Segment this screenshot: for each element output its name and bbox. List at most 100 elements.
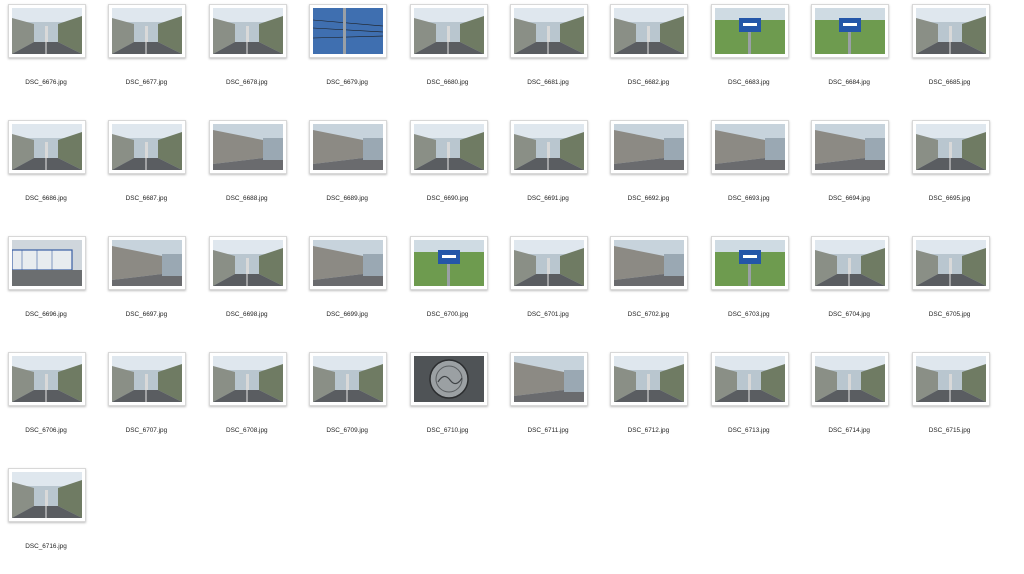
photo-street bbox=[12, 124, 82, 170]
file-thumbnail[interactable] bbox=[409, 4, 488, 58]
file-name: DSC_6700.jpg bbox=[426, 311, 469, 318]
file-item[interactable]: DSC_6679.jpg bbox=[301, 0, 401, 110]
photo-sign bbox=[714, 240, 785, 286]
file-item[interactable]: DSC_6688.jpg bbox=[201, 116, 301, 226]
file-thumbnail[interactable] bbox=[911, 352, 990, 406]
photo-street bbox=[915, 240, 986, 286]
file-thumbnail[interactable] bbox=[510, 120, 588, 174]
file-thumbnail[interactable] bbox=[811, 352, 890, 406]
file-thumbnail[interactable] bbox=[208, 4, 287, 58]
file-thumbnail[interactable] bbox=[108, 352, 187, 406]
file-item[interactable]: DSC_6713.jpg bbox=[703, 348, 803, 458]
file-item[interactable]: DSC_6692.jpg bbox=[602, 116, 702, 226]
file-item[interactable]: DSC_6703.jpg bbox=[703, 232, 803, 342]
file-item[interactable]: DSC_6686.jpg bbox=[0, 116, 100, 226]
photo-street bbox=[12, 8, 82, 54]
file-item[interactable]: DSC_6691.jpg bbox=[502, 116, 602, 226]
file-thumbnail[interactable] bbox=[108, 236, 187, 290]
file-item[interactable]: DSC_6699.jpg bbox=[301, 232, 401, 342]
file-thumbnail[interactable] bbox=[208, 236, 287, 290]
file-thumbnail[interactable] bbox=[409, 352, 488, 406]
file-item[interactable]: DSC_6704.jpg bbox=[803, 232, 903, 342]
file-thumbnail[interactable] bbox=[309, 120, 388, 174]
file-thumbnail[interactable] bbox=[610, 4, 689, 58]
file-name: DSC_6698.jpg bbox=[226, 311, 268, 318]
file-item[interactable]: DSC_6707.jpg bbox=[100, 348, 200, 458]
file-thumbnail[interactable] bbox=[610, 120, 689, 174]
file-thumbnail[interactable] bbox=[710, 352, 789, 406]
file-name: DSC_6689.jpg bbox=[326, 195, 368, 202]
file-thumbnail[interactable] bbox=[510, 4, 588, 58]
file-item[interactable]: DSC_6706.jpg bbox=[0, 348, 100, 458]
file-thumbnail[interactable] bbox=[911, 236, 990, 290]
file-thumbnail[interactable] bbox=[8, 4, 86, 58]
file-thumbnail[interactable] bbox=[610, 352, 689, 406]
file-item[interactable]: DSC_6695.jpg bbox=[904, 116, 1004, 226]
file-item[interactable]: DSC_6700.jpg bbox=[402, 232, 502, 342]
file-thumbnail[interactable] bbox=[108, 4, 187, 58]
file-thumbnail[interactable] bbox=[710, 236, 789, 290]
file-thumbnail[interactable] bbox=[710, 4, 789, 58]
file-name: DSC_6679.jpg bbox=[326, 79, 368, 86]
file-thumbnail[interactable] bbox=[8, 352, 86, 406]
file-item[interactable]: DSC_6685.jpg bbox=[904, 0, 1004, 110]
file-item[interactable]: DSC_6705.jpg bbox=[904, 232, 1004, 342]
file-thumbnail[interactable] bbox=[710, 120, 789, 174]
file-item[interactable]: DSC_6697.jpg bbox=[100, 232, 200, 342]
file-thumbnail[interactable] bbox=[208, 352, 287, 406]
file-item[interactable]: DSC_6708.jpg bbox=[201, 348, 301, 458]
file-item[interactable]: DSC_6702.jpg bbox=[602, 232, 702, 342]
file-item[interactable]: DSC_6711.jpg bbox=[502, 348, 602, 458]
file-name: DSC_6685.jpg bbox=[928, 79, 971, 86]
file-item[interactable]: DSC_6687.jpg bbox=[100, 116, 200, 226]
file-item[interactable]: DSC_6676.jpg bbox=[0, 0, 100, 110]
photo-street bbox=[212, 8, 283, 54]
file-thumbnail[interactable] bbox=[8, 236, 86, 290]
file-item[interactable]: DSC_6710.jpg bbox=[402, 348, 502, 458]
file-name: DSC_6713.jpg bbox=[728, 427, 770, 434]
file-thumbnail[interactable] bbox=[8, 120, 86, 174]
file-item[interactable]: DSC_6716.jpg bbox=[0, 464, 100, 574]
file-item[interactable]: DSC_6678.jpg bbox=[201, 0, 301, 110]
file-item[interactable]: DSC_6690.jpg bbox=[402, 116, 502, 226]
file-item[interactable]: DSC_6693.jpg bbox=[703, 116, 803, 226]
file-item[interactable]: DSC_6696.jpg bbox=[0, 232, 100, 342]
file-item[interactable]: DSC_6715.jpg bbox=[904, 348, 1004, 458]
file-name: DSC_6693.jpg bbox=[728, 195, 770, 202]
file-item[interactable]: DSC_6694.jpg bbox=[803, 116, 903, 226]
file-thumbnail[interactable] bbox=[911, 4, 990, 58]
file-item[interactable]: DSC_6682.jpg bbox=[602, 0, 702, 110]
file-item[interactable]: DSC_6701.jpg bbox=[502, 232, 602, 342]
file-item[interactable]: DSC_6677.jpg bbox=[100, 0, 200, 110]
file-thumbnail[interactable] bbox=[108, 120, 187, 174]
file-item[interactable]: DSC_6698.jpg bbox=[201, 232, 301, 342]
file-item[interactable]: DSC_6680.jpg bbox=[402, 0, 502, 110]
file-name: DSC_6699.jpg bbox=[326, 311, 368, 318]
file-item[interactable]: DSC_6714.jpg bbox=[803, 348, 903, 458]
file-thumbnail[interactable] bbox=[610, 236, 689, 290]
file-item[interactable]: DSC_6689.jpg bbox=[301, 116, 401, 226]
file-name: DSC_6687.jpg bbox=[125, 195, 168, 202]
photo-wall bbox=[313, 240, 384, 286]
file-item[interactable]: DSC_6712.jpg bbox=[602, 348, 702, 458]
file-item[interactable]: DSC_6681.jpg bbox=[502, 0, 602, 110]
file-thumbnail[interactable] bbox=[208, 120, 287, 174]
file-thumbnail[interactable] bbox=[510, 352, 588, 406]
file-thumbnail[interactable] bbox=[409, 236, 488, 290]
file-thumbnail[interactable] bbox=[8, 468, 86, 522]
file-thumbnail[interactable] bbox=[911, 120, 990, 174]
photo-sign bbox=[714, 8, 785, 54]
file-thumbnail[interactable] bbox=[811, 4, 890, 58]
file-thumbnail[interactable] bbox=[409, 120, 488, 174]
file-thumbnail[interactable] bbox=[811, 120, 890, 174]
file-item[interactable]: DSC_6683.jpg bbox=[703, 0, 803, 110]
file-thumbnail[interactable] bbox=[309, 352, 388, 406]
file-thumbnail[interactable] bbox=[309, 236, 388, 290]
file-item[interactable]: DSC_6684.jpg bbox=[803, 0, 903, 110]
file-item[interactable]: DSC_6709.jpg bbox=[301, 348, 401, 458]
photo-wall bbox=[514, 356, 584, 402]
file-thumbnail[interactable] bbox=[510, 236, 588, 290]
file-thumbnail[interactable] bbox=[811, 236, 890, 290]
photo-street bbox=[12, 472, 82, 518]
file-thumbnail[interactable] bbox=[309, 4, 388, 58]
